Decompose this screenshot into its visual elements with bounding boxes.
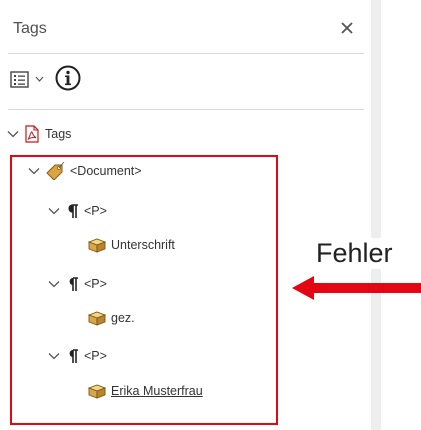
toolbar-divider (8, 109, 364, 110)
options-menu-icon (10, 70, 29, 88)
chevron-down-icon[interactable] (47, 277, 61, 291)
document-area (381, 0, 421, 430)
chevron-down-icon[interactable] (47, 204, 61, 218)
tag-label-icon (46, 162, 65, 180)
tree-node-label: <Document> (70, 164, 142, 178)
chevron-down-icon[interactable] (27, 164, 41, 178)
options-menu-button[interactable] (10, 68, 44, 90)
chevron-down-icon[interactable] (47, 349, 61, 363)
close-icon (341, 22, 353, 34)
tags-panel: Tags Tags <Document> <P> Unterschrift <P… (0, 0, 381, 430)
header-divider (8, 53, 364, 54)
tree-node-tags[interactable]: Tags (6, 124, 71, 144)
tree-node-label: Tags (45, 127, 72, 141)
paragraph-icon (69, 349, 78, 363)
tree-node-label: <P> (84, 349, 107, 363)
content-box-icon (88, 238, 106, 253)
info-button[interactable] (54, 64, 82, 92)
tree-node-paragraph[interactable]: <P> (47, 346, 107, 366)
tree-node-content[interactable]: Unterschrift (88, 235, 175, 255)
close-button[interactable] (336, 17, 358, 39)
panel-title: Tags (13, 20, 47, 37)
pdf-file-icon (25, 125, 39, 143)
tree-node-paragraph[interactable]: <P> (47, 274, 107, 294)
chevron-down-icon[interactable] (6, 127, 20, 141)
paragraph-icon (68, 204, 78, 218)
chevron-down-icon (35, 76, 44, 82)
tree-node-label: Unterschrift (111, 238, 175, 252)
tree-node-document[interactable]: <Document> (27, 161, 142, 181)
tree-node-label: Erika Musterfrau (111, 384, 203, 398)
tree-node-label: gez. (111, 311, 135, 325)
tree-node-content[interactable]: Erika Musterfrau (88, 381, 203, 401)
tree-node-label: <P> (84, 277, 107, 291)
info-icon (55, 65, 81, 91)
tree-node-content[interactable]: gez. (88, 308, 135, 328)
tree-node-label: <P> (84, 204, 107, 218)
arrow-left-icon (292, 276, 421, 300)
content-box-icon (88, 384, 106, 399)
tree-node-paragraph[interactable]: <P> (47, 201, 107, 221)
content-box-icon (88, 311, 106, 326)
paragraph-icon (69, 277, 78, 291)
error-annotation-label: Fehler (316, 238, 393, 269)
